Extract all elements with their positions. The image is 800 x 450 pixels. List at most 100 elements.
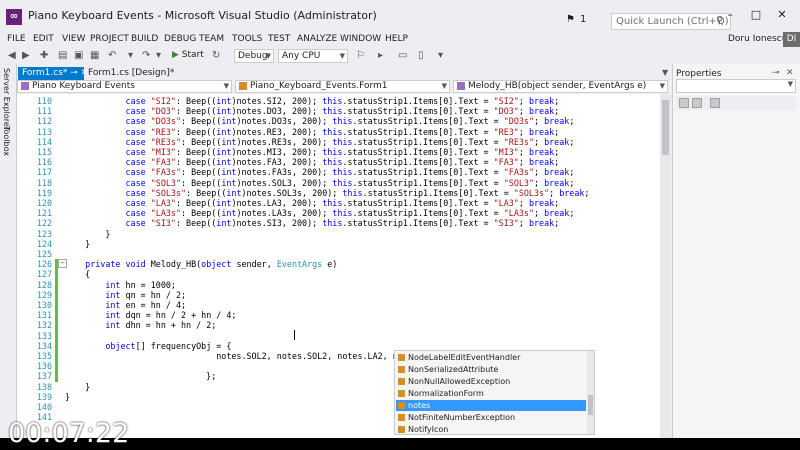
code-line[interactable]: notes.SOL2, notes.SOL2, notes.LA2, not	[65, 351, 408, 361]
project-dropdown[interactable]: Piano Keyboard Events ▼	[17, 80, 232, 93]
code-line[interactable]: case "SOL3s": Beep((int)notes.SOL3s, 200…	[65, 188, 590, 198]
toolbar-overflow-icon[interactable]: ▸	[378, 49, 383, 62]
menu-analyze[interactable]: ANALYZE	[297, 34, 337, 44]
menu-test[interactable]: TEST	[268, 34, 290, 44]
menu-project[interactable]: PROJECT	[90, 34, 129, 44]
intellisense-item[interactable]: NotFiniteNumberException	[396, 412, 586, 423]
start-button[interactable]: ▶ Start	[172, 49, 204, 62]
menu-file[interactable]: FILE	[7, 34, 26, 44]
code-line[interactable]: case "MI3": Beep((int)notes.MI3, 200); t…	[65, 147, 560, 157]
comment-icon[interactable]: ▭	[398, 49, 407, 62]
code-line[interactable]: }	[65, 239, 90, 249]
code-line[interactable]: }	[65, 229, 110, 239]
refresh-icon[interactable]: ↻	[212, 49, 220, 62]
code-line[interactable]: int en = hn / 4;	[65, 300, 186, 310]
scrollbar-thumb[interactable]	[662, 100, 669, 155]
class-dropdown[interactable]: Piano_Keyboard_Events.Form1 ▼	[235, 80, 450, 93]
code-line[interactable]: case "SI3": Beep((int)notes.SI3, 200); t…	[65, 218, 560, 228]
intellisense-item[interactable]: notes	[396, 400, 586, 411]
intellisense-item[interactable]: NotifyIcon	[396, 424, 586, 435]
intellisense-item[interactable]: NormalizationForm	[396, 388, 586, 399]
code-line[interactable]: case "FA3": Beep((int)notes.FA3, 200); t…	[65, 157, 560, 167]
forward-icon[interactable]: ▶	[22, 49, 30, 62]
code-line[interactable]: int hn = 1000;	[65, 280, 176, 290]
code-line[interactable]: int dqn = hn / 2 + hn / 4;	[65, 310, 236, 320]
toolbar-options-icon[interactable]: ▾	[438, 49, 443, 62]
open-file-icon[interactable]: ▤	[58, 49, 67, 62]
code-line[interactable]: private void Melody_HB(object sender, Ev…	[65, 259, 337, 269]
intellisense-item[interactable]: NodeLabelEditEventHandler	[396, 352, 586, 363]
redo-icon[interactable]: ↷	[142, 49, 150, 62]
server-explorer-tab[interactable]: Server Explorer	[2, 68, 11, 130]
quick-launch-input[interactable]: Quick Launch (Ctrl+Q)	[611, 13, 731, 30]
menu-debug[interactable]: DEBUG	[164, 34, 196, 44]
chevron-down-icon: ▼	[787, 80, 793, 88]
alphabetical-icon[interactable]	[692, 98, 702, 108]
code-line[interactable]: int qn = hn / 2;	[65, 290, 186, 300]
tab-overflow-icon[interactable]: ▼	[662, 68, 668, 77]
menu-tools[interactable]: TOOLS	[232, 34, 262, 44]
solution-platform-select[interactable]: Any CPU ▼	[278, 49, 348, 63]
notification-flag-icon[interactable]: ⚑	[566, 14, 575, 25]
close-button[interactable]: ✕	[771, 6, 793, 24]
line-number: 115	[36, 147, 52, 157]
solution-configuration-select[interactable]: Debug ▼	[234, 49, 274, 63]
code-line[interactable]: case "LA3": Beep((int)notes.LA3, 200); t…	[65, 198, 560, 208]
find-in-files-icon[interactable]: ⚐	[356, 49, 365, 62]
code-line[interactable]: }	[65, 392, 70, 402]
pin-icon[interactable]: ⊸	[70, 68, 78, 78]
intellisense-item[interactable]: NonSerializedAttribute	[396, 364, 586, 375]
menu-window[interactable]: WINDOW	[340, 34, 381, 44]
properties-icon[interactable]	[710, 98, 720, 108]
code-line[interactable]: };	[65, 371, 216, 381]
bookmark-icon[interactable]: ▯	[418, 49, 424, 62]
code-line[interactable]: case "LA3s": Beep((int)notes.LA3s, 200);…	[65, 208, 575, 218]
change-marker	[55, 259, 58, 382]
new-project-icon[interactable]: ✚	[40, 49, 48, 62]
menu-help[interactable]: HELP	[385, 34, 408, 44]
intellisense-item[interactable]: NonNullAllowedException	[396, 376, 586, 387]
toolbox-tab[interactable]: Toolbox	[2, 126, 11, 156]
avatar[interactable]: DI	[783, 32, 800, 47]
minimize-button[interactable]: –	[719, 6, 741, 24]
code-line[interactable]: case "DO3": Beep((int)notes.DO3, 200); t…	[65, 106, 560, 116]
maximize-button[interactable]: □	[745, 6, 767, 24]
code-line[interactable]: }	[65, 382, 90, 392]
properties-object-select[interactable]: ▼	[676, 79, 796, 93]
code-line[interactable]: int dhn = hn + hn / 2;	[65, 320, 216, 330]
save-icon[interactable]: ▣	[74, 49, 83, 62]
class-icon	[239, 82, 247, 90]
undo-icon[interactable]: ↶	[108, 49, 116, 62]
tab-form1-cs[interactable]: Form1.cs* ⊸ ✕	[18, 67, 88, 81]
code-line[interactable]: object[] frequencyObj = {	[65, 341, 231, 351]
close-icon[interactable]: ✕	[786, 68, 794, 78]
menu-team[interactable]: TEAM	[199, 34, 224, 44]
code-line[interactable]: case "SI2": Beep((int)notes.SI2, 200); t…	[65, 96, 560, 106]
save-all-icon[interactable]: ▦	[90, 49, 99, 62]
code-line[interactable]: case "RE3": Beep((int)notes.RE3, 200); t…	[65, 127, 560, 137]
tab-label: Form1.cs*	[22, 68, 68, 78]
scrollbar-thumb[interactable]	[588, 395, 593, 415]
play-icon: ▶	[172, 50, 179, 60]
menu-build[interactable]: BUILD	[131, 34, 158, 44]
categorized-icon[interactable]	[679, 98, 689, 108]
redo-dropdown-icon[interactable]: ▾	[156, 49, 161, 62]
code-line[interactable]: case "SOL3": Beep((int)notes.SOL3, 200);…	[65, 178, 575, 188]
notification-count[interactable]: 1	[580, 14, 586, 25]
menu-view[interactable]: VIEW	[62, 34, 85, 44]
code-line[interactable]: case "FA3s": Beep((int)notes.FA3s, 200);…	[65, 167, 575, 177]
user-name[interactable]: Doru Ionescu	[728, 34, 787, 44]
member-dropdown[interactable]: Melody_HB(object sender, EventArgs e) ▼	[453, 80, 668, 93]
undo-dropdown-icon[interactable]: ▾	[128, 49, 133, 62]
intellisense-scrollbar[interactable]	[587, 351, 594, 434]
menu-edit[interactable]: EDIT	[33, 34, 54, 44]
back-icon[interactable]: ◀	[8, 49, 16, 62]
pin-icon[interactable]: ⊸	[772, 68, 780, 78]
type-icon	[398, 426, 405, 433]
collapse-region-icon[interactable]: −	[58, 259, 67, 269]
start-label: Start	[181, 50, 204, 60]
tab-form1-design[interactable]: Form1.cs [Design]*	[84, 67, 174, 81]
code-line[interactable]: case "DO3s": Beep((int)notes.DO3s, 200);…	[65, 116, 575, 126]
code-line[interactable]: {	[65, 269, 90, 279]
code-line[interactable]: case "RE3s": Beep((int)notes.RE3s, 200);…	[65, 137, 575, 147]
